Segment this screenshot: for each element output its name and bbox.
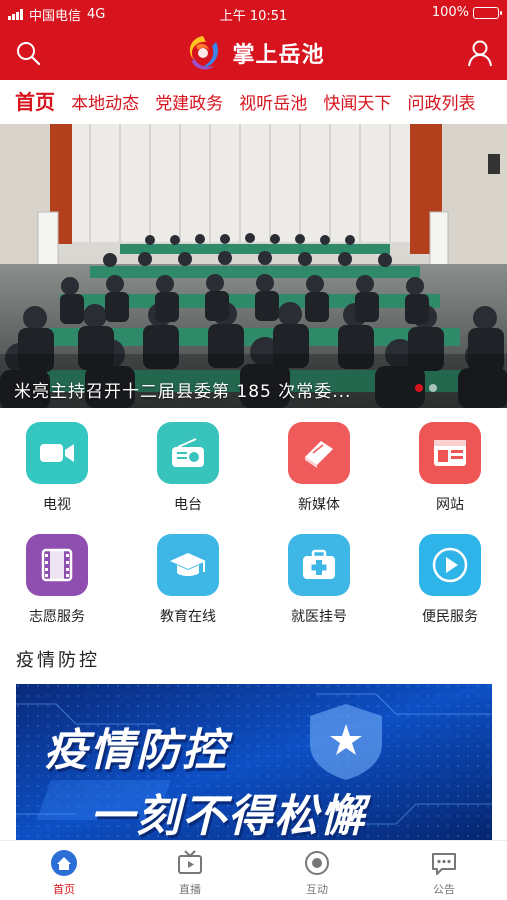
service-grid: 电视 电台 新媒体 网站 志愿服务 教育在线 就医挂号 便民服务 [0, 418, 507, 638]
service-tv[interactable]: 电视 [7, 422, 107, 514]
service-medical[interactable]: 就医挂号 [269, 534, 369, 626]
service-label: 便民服务 [422, 609, 478, 625]
video-camera-icon [26, 422, 88, 484]
graduation-cap-icon [157, 534, 219, 596]
bottom-tab-label: 首页 [53, 883, 75, 896]
user-icon[interactable] [467, 39, 493, 67]
tab-party-affairs[interactable]: 党建政务 [155, 82, 223, 124]
brand: 掌上岳池 [0, 32, 507, 74]
tab-inquiry-list[interactable]: 问政列表 [407, 82, 475, 124]
tab-local-news[interactable]: 本地动态 [71, 82, 139, 124]
service-label: 志愿服务 [29, 609, 85, 625]
app-header: 掌上岳池 [0, 26, 507, 80]
bottom-tab-label: 直播 [179, 883, 201, 896]
bottom-tab-notice[interactable]: 公告 [404, 849, 484, 897]
promo-subheadline: 一刻不得松懈 [90, 791, 366, 840]
news-banner[interactable]: 米亮主持召开十二届县委第 185 次常委... [0, 124, 507, 408]
battery-percent: 100% [431, 5, 469, 20]
service-volunteer[interactable]: 志愿服务 [7, 534, 107, 626]
bottom-nav: 首页 直播 互动 公告 [0, 840, 507, 900]
medical-kit-icon [288, 534, 350, 596]
message-icon [432, 853, 456, 875]
book-icon [288, 422, 350, 484]
epidemic-promo-banner[interactable]: 疫情防控 一刻不得松懈 [16, 684, 492, 840]
service-radio[interactable]: 电台 [138, 422, 238, 514]
service-new-media[interactable]: 新媒体 [269, 422, 369, 514]
home-icon [51, 850, 77, 876]
banner-caption[interactable]: 米亮主持召开十二届县委第 185 次常委... [14, 377, 351, 402]
carousel-dots [415, 384, 437, 392]
meeting-photo [0, 124, 507, 408]
service-label: 电台 [174, 497, 202, 513]
interact-icon [305, 851, 329, 875]
category-tabs: 首页 本地动态 党建政务 视听岳池 快闻天下 问政列表 [0, 80, 507, 124]
section-title: 疫情防控 [16, 650, 100, 671]
play-circle-icon [419, 534, 481, 596]
bottom-tab-live[interactable]: 直播 [150, 849, 230, 897]
app-title: 掌上岳池 [232, 43, 325, 68]
promo-headline: 疫情防控 [44, 725, 228, 776]
radio-icon [157, 422, 219, 484]
status-right: 100% [431, 5, 502, 20]
browser-icon [419, 422, 481, 484]
tab-home[interactable]: 首页 [15, 80, 55, 124]
tab-world-news[interactable]: 快闻天下 [323, 82, 391, 124]
app-logo-icon [183, 33, 224, 73]
service-label: 就医挂号 [291, 609, 347, 625]
service-education[interactable]: 教育在线 [138, 534, 238, 626]
tab-audio-video[interactable]: 视听岳池 [239, 82, 307, 124]
bottom-tab-interact[interactable]: 互动 [277, 849, 357, 897]
service-label: 教育在线 [160, 609, 216, 625]
service-website[interactable]: 网站 [400, 422, 500, 514]
bottom-tab-label: 公告 [433, 883, 455, 896]
tv-icon [178, 850, 202, 874]
battery-icon [473, 6, 502, 19]
status-bar: 中国电信 4G 上午 10:51 100% [0, 0, 507, 26]
service-label: 新媒体 [298, 497, 340, 513]
bottom-tab-home[interactable]: 首页 [24, 849, 104, 897]
service-label: 电视 [43, 497, 71, 513]
bottom-tab-label: 互动 [306, 883, 328, 896]
service-label: 网站 [436, 497, 464, 513]
service-convenience[interactable]: 便民服务 [400, 534, 500, 626]
film-icon [26, 534, 88, 596]
